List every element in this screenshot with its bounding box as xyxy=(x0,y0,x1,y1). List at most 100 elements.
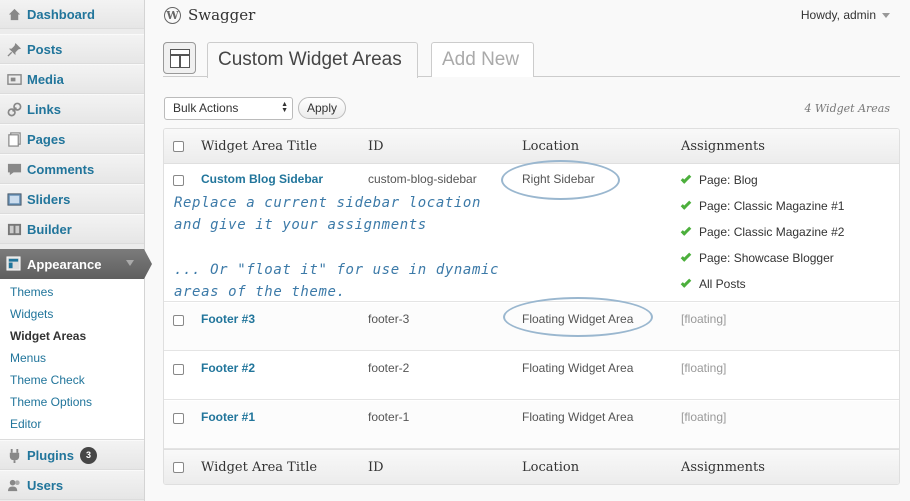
widget-area-id: footer-1 xyxy=(368,410,410,424)
widget-area-id: footer-2 xyxy=(368,361,410,375)
bulk-actions-select[interactable]: Bulk Actions ▲ ▼ xyxy=(164,97,293,120)
column-header-id[interactable]: ID xyxy=(368,139,384,154)
widget-area-assignments: [floating] xyxy=(681,410,727,424)
checkmark-icon xyxy=(680,276,692,288)
submenu-editor[interactable]: Editor xyxy=(0,413,144,435)
annotation-line: areas of the theme. xyxy=(174,284,346,300)
select-all-checkbox[interactable] xyxy=(173,462,184,473)
admin-sidebar: Dashboard Posts Media Links Pages Commen… xyxy=(0,0,152,501)
user-greeting[interactable]: Howdy, admin xyxy=(801,8,890,22)
menu-label: Media xyxy=(27,71,64,87)
menu-dashboard[interactable]: Dashboard xyxy=(0,0,144,29)
assignment-label: Page: Classic Magazine #1 xyxy=(699,199,845,213)
widget-area-title-link[interactable]: Footer #1 xyxy=(201,410,255,424)
pushpin-icon xyxy=(6,41,22,57)
submenu-widgets[interactable]: Widgets xyxy=(0,303,144,325)
menu-builder[interactable]: Builder xyxy=(0,214,144,244)
link-icon xyxy=(6,101,22,117)
menu-label: Pages xyxy=(27,131,66,147)
submenu-theme-check[interactable]: Theme Check xyxy=(0,369,144,391)
submenu-themes[interactable]: Themes xyxy=(0,281,144,303)
media-icon xyxy=(6,71,22,87)
annotation-line: ... Or "float it" for use in dynamic xyxy=(174,262,500,278)
widget-area-assignments: [floating] xyxy=(681,361,727,375)
menu-label: Links xyxy=(27,101,61,117)
column-header-title[interactable]: Widget Area Title xyxy=(201,139,317,154)
checkmark-icon xyxy=(680,198,692,210)
column-footer-title[interactable]: Widget Area Title xyxy=(201,460,317,475)
menu-pages[interactable]: Pages xyxy=(0,124,144,154)
annotation-ellipse xyxy=(501,160,620,200)
widget-area-title-link[interactable]: Footer #2 xyxy=(201,361,255,375)
assignment-item: Page: Classic Magazine #2 xyxy=(680,224,845,239)
assignment-item: All Posts xyxy=(680,276,746,291)
admin-header: W Swagger Howdy, admin xyxy=(145,0,910,32)
checkmark-icon xyxy=(680,224,692,236)
submenu-widget-areas[interactable]: Widget Areas xyxy=(0,325,144,347)
widget-area-count: 4 Widget Areas xyxy=(804,102,890,115)
table-row: Footer #1 footer-1 Floating Widget Area … xyxy=(164,401,899,449)
assignment-item: Page: Classic Magazine #1 xyxy=(680,198,845,213)
menu-label: Comments xyxy=(27,161,95,177)
plugin-icon xyxy=(6,447,22,463)
menu-label: Sliders xyxy=(27,191,71,207)
menu-plugins[interactable]: Plugins 3 xyxy=(0,440,144,470)
row-checkbox[interactable] xyxy=(173,413,184,424)
menu-label: Builder xyxy=(27,221,72,237)
column-header-assignments[interactable]: Assignments xyxy=(681,139,765,154)
column-footer-location[interactable]: Location xyxy=(522,460,579,475)
tab-custom-widget-areas[interactable]: Custom Widget Areas xyxy=(207,42,418,78)
checkmark-icon xyxy=(680,172,692,184)
annotation-ellipse xyxy=(503,297,653,337)
menu-users[interactable]: Users xyxy=(0,470,144,500)
widget-area-location: Floating Widget Area xyxy=(522,361,634,375)
annotation-text: ... Or "float it" for use in dynamic are… xyxy=(174,259,499,303)
menu-label: Users xyxy=(27,477,64,493)
widget-area-title-link[interactable]: Footer #3 xyxy=(201,312,255,326)
widget-area-id: custom-blog-sidebar xyxy=(368,172,477,186)
menu-label: Posts xyxy=(27,41,63,57)
comment-icon xyxy=(6,161,22,177)
column-header-location[interactable]: Location xyxy=(522,139,579,154)
widget-areas-page-icon xyxy=(163,42,196,74)
menu-appearance[interactable]: Appearance xyxy=(0,249,152,279)
annotation-text: Replace a current sidebar location and g… xyxy=(174,192,481,236)
table-footer: Widget Area Title ID Location Assignment… xyxy=(164,449,899,484)
assignment-item: Page: Showcase Blogger xyxy=(680,250,834,265)
apply-button[interactable]: Apply xyxy=(298,97,346,119)
appearance-icon xyxy=(6,256,22,272)
appearance-submenu: Themes Widgets Widget Areas Menus Theme … xyxy=(0,279,144,440)
menu-links[interactable]: Links xyxy=(0,94,144,124)
menu-media[interactable]: Media xyxy=(0,64,144,94)
row-checkbox[interactable] xyxy=(173,175,184,186)
widget-area-title-link[interactable]: Custom Blog Sidebar xyxy=(201,172,323,186)
assignment-label: Page: Classic Magazine #2 xyxy=(699,225,845,239)
widget-area-location: Floating Widget Area xyxy=(522,410,634,424)
builder-icon xyxy=(6,221,22,237)
submenu-menus[interactable]: Menus xyxy=(0,347,144,369)
menu-comments[interactable]: Comments xyxy=(0,154,144,184)
column-footer-id[interactable]: ID xyxy=(368,460,384,475)
menu-label: Plugins xyxy=(27,447,74,463)
dashboard-icon xyxy=(6,6,22,22)
row-checkbox[interactable] xyxy=(173,315,184,326)
tab-add-new[interactable]: Add New xyxy=(431,42,534,77)
wordpress-logo-icon[interactable]: W xyxy=(164,7,181,24)
chevron-down-icon[interactable] xyxy=(126,260,134,266)
row-checkbox[interactable] xyxy=(173,364,184,375)
column-footer-assignments[interactable]: Assignments xyxy=(681,460,765,475)
slider-icon xyxy=(6,191,22,207)
submenu-theme-options[interactable]: Theme Options xyxy=(0,391,144,413)
site-title[interactable]: Swagger xyxy=(188,6,255,24)
select-all-checkbox[interactable] xyxy=(173,141,184,152)
pages-icon xyxy=(6,131,22,147)
menu-label: Dashboard xyxy=(27,6,95,22)
menu-posts[interactable]: Posts xyxy=(0,34,144,64)
annotation-line: and give it your assignments xyxy=(174,217,427,233)
menu-sliders[interactable]: Sliders xyxy=(0,184,144,214)
widget-area-id: footer-3 xyxy=(368,312,410,326)
chevron-down-icon[interactable] xyxy=(882,13,890,19)
assignment-label: Page: Showcase Blogger xyxy=(699,251,834,265)
annotation-line: Replace a current sidebar location xyxy=(174,195,481,211)
assignment-label: Page: Blog xyxy=(699,173,758,187)
